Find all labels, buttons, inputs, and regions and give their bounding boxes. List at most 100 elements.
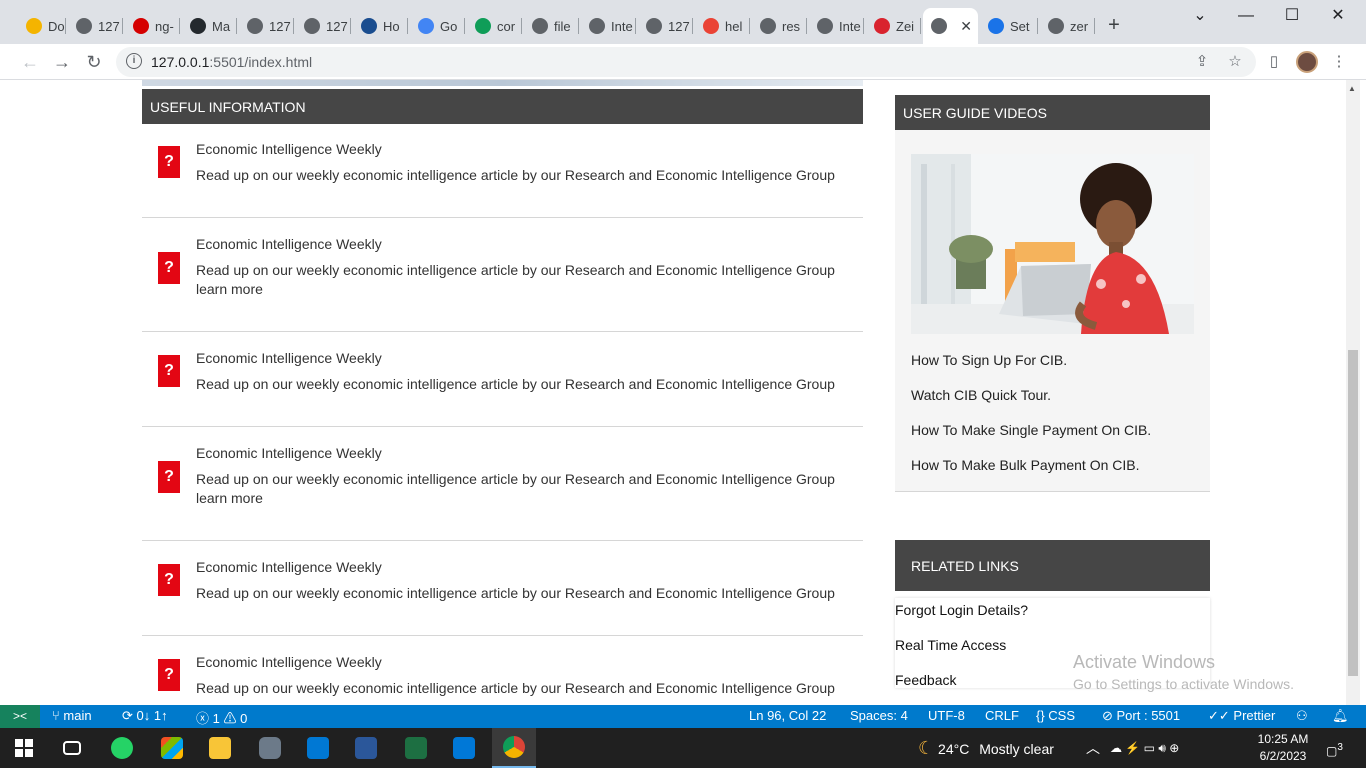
info-item-title[interactable]: Economic Intelligence Weekly bbox=[196, 141, 382, 157]
info-item-title[interactable]: Economic Intelligence Weekly bbox=[196, 654, 382, 670]
remote-desktop-icon[interactable] bbox=[344, 728, 388, 768]
profile-avatar[interactable] bbox=[1296, 51, 1318, 73]
url-text[interactable]: 127.0.0.1:5501/index.html bbox=[151, 54, 312, 70]
language-mode[interactable]: {} CSS bbox=[1036, 708, 1075, 723]
live-server-port[interactable]: ⊘ Port : 5501 bbox=[1102, 708, 1180, 724]
problems-status[interactable]: ⓧ 1 ⚠ 0 bbox=[196, 708, 247, 727]
info-item-title[interactable]: Economic Intelligence Weekly bbox=[196, 559, 382, 575]
browser-tab[interactable]: res bbox=[752, 8, 807, 44]
learn-more-link[interactable]: learn more bbox=[196, 280, 263, 299]
browser-tab[interactable]: zer bbox=[1040, 8, 1095, 44]
page-scrollbar[interactable]: ▲ bbox=[1346, 80, 1360, 712]
eol-status[interactable]: CRLF bbox=[985, 708, 1019, 723]
browser-tab[interactable]: 127 bbox=[638, 8, 693, 44]
browser-tab[interactable]: 127 bbox=[239, 8, 294, 44]
clock-time: 10:25 AM bbox=[1257, 732, 1309, 746]
accounts-icon[interactable]: ⚇ bbox=[1296, 708, 1308, 724]
camera-icon[interactable] bbox=[248, 728, 292, 768]
git-sync-status[interactable]: ⟳ 0↓ 1↑ bbox=[122, 708, 168, 724]
related-link-item[interactable]: Feedback bbox=[895, 672, 956, 688]
scrollbar-thumb[interactable] bbox=[1348, 350, 1358, 676]
info-item-title[interactable]: Economic Intelligence Weekly bbox=[196, 445, 382, 461]
bookmark-star-icon[interactable]: ☆ bbox=[1226, 53, 1244, 71]
learn-more-link[interactable]: learn more bbox=[196, 489, 263, 508]
browser-tab[interactable]: 127 bbox=[296, 8, 351, 44]
info-item-title[interactable]: Economic Intelligence Weekly bbox=[196, 350, 382, 366]
browser-tab[interactable]: hel bbox=[695, 8, 750, 44]
back-arrow-icon[interactable]: ← bbox=[18, 50, 42, 74]
related-link-item[interactable]: Real Time Access bbox=[895, 637, 1006, 653]
tab-separator bbox=[122, 18, 123, 34]
excel-icon[interactable] bbox=[394, 728, 438, 768]
share-icon[interactable]: ⇪ bbox=[1193, 53, 1211, 71]
whatsapp-icon[interactable] bbox=[100, 728, 144, 768]
browser-tab[interactable]: Set bbox=[980, 8, 1038, 44]
url-path: :5501/index.html bbox=[209, 54, 313, 70]
notification-center-icon[interactable]: ▢3 bbox=[1326, 728, 1343, 768]
prettier-status[interactable]: ✓✓ Prettier bbox=[1208, 708, 1275, 724]
d-icon bbox=[133, 18, 149, 34]
maximize-button[interactable]: ☐ bbox=[1269, 6, 1315, 26]
question-mark-icon: ? bbox=[158, 146, 180, 178]
question-mark-icon: ? bbox=[158, 252, 180, 284]
user-guide-photo[interactable] bbox=[911, 154, 1194, 334]
browser-tab[interactable]: ng- bbox=[125, 8, 180, 44]
browser-tab[interactable]: file bbox=[524, 8, 579, 44]
browser-tab[interactable]: Do bbox=[18, 8, 66, 44]
user-guide-video-link[interactable]: How To Make Bulk Payment On CIB. bbox=[911, 457, 1140, 473]
minimize-button[interactable]: — bbox=[1223, 6, 1269, 26]
browser-tab[interactable]: ✕ bbox=[923, 8, 978, 44]
close-tab-icon[interactable]: ✕ bbox=[960, 18, 972, 35]
forward-arrow-icon[interactable]: → bbox=[50, 50, 74, 74]
remote-indicator[interactable]: >< bbox=[0, 705, 40, 728]
info-list-item[interactable]: ? Economic Intelligence Weekly Read up on … bbox=[142, 541, 863, 636]
vscode-icon[interactable] bbox=[442, 728, 486, 768]
woman-laptop-illustration bbox=[911, 154, 1194, 334]
side-panel-icon[interactable]: ▯ bbox=[1265, 53, 1283, 71]
git-branch[interactable]: ⑂ main bbox=[52, 708, 92, 723]
info-list-item[interactable]: ? Economic Intelligence Weekly Read up on … bbox=[142, 636, 863, 712]
tray-icons[interactable]: ☁ ⚡ ▭ 🔊︎ ⊕ bbox=[1110, 728, 1179, 768]
close-window-button[interactable]: ✕ bbox=[1315, 6, 1361, 26]
address-bar[interactable]: i 127.0.0.1:5501/index.html ⇪ ☆ bbox=[116, 47, 1256, 77]
menu-kebab-icon[interactable]: ⋮ bbox=[1330, 53, 1348, 71]
info-list-item[interactable]: ? Economic Intelligence Weekly Read up on … bbox=[142, 123, 863, 218]
weather-widget[interactable]: ☾ 24°C Mostly clear bbox=[918, 728, 1054, 768]
browser-tab[interactable]: Ho bbox=[353, 8, 408, 44]
start-button[interactable] bbox=[2, 728, 46, 768]
microsoft-store-icon[interactable] bbox=[150, 728, 194, 768]
browser-tab[interactable]: Inte bbox=[809, 8, 864, 44]
mail-icon[interactable] bbox=[296, 728, 340, 768]
indentation-status[interactable]: Spaces: 4 bbox=[850, 708, 908, 723]
related-link-item[interactable]: Forgot Login Details? bbox=[895, 602, 1028, 618]
browser-tab[interactable]: Zei bbox=[866, 8, 921, 44]
new-tab-button[interactable]: + bbox=[1104, 14, 1124, 36]
browser-tab[interactable]: Ma bbox=[182, 8, 237, 44]
useful-heading-text: USEFUL INFORMATION bbox=[150, 98, 306, 115]
file-explorer-icon[interactable] bbox=[198, 728, 242, 768]
info-list-item[interactable]: ? Economic Intelligence Weekly Read up on … bbox=[142, 218, 863, 332]
site-info-icon[interactable]: i bbox=[126, 53, 142, 69]
tab-search-icon[interactable]: ⌄ bbox=[1177, 6, 1223, 26]
user-guide-video-link[interactable]: How To Sign Up For CIB. bbox=[911, 352, 1067, 368]
tray-overflow-icon[interactable]: ︿ bbox=[1086, 728, 1100, 768]
cursor-position[interactable]: Ln 96, Col 22 bbox=[749, 708, 826, 723]
info-list-item[interactable]: ? Economic Intelligence Weekly Read up on … bbox=[142, 427, 863, 541]
user-guide-video-link[interactable]: Watch CIB Quick Tour. bbox=[911, 387, 1051, 403]
notifications-bell-icon[interactable]: 🔔︎ bbox=[1332, 708, 1349, 724]
encoding-status[interactable]: UTF-8 bbox=[928, 708, 965, 723]
task-view-icon[interactable] bbox=[50, 728, 94, 768]
system-clock[interactable]: 10:25 AM 6/2/2023 bbox=[1250, 731, 1316, 765]
browser-tab[interactable]: Go bbox=[410, 8, 465, 44]
browser-tab[interactable]: cor bbox=[467, 8, 522, 44]
browser-tab-strip: + ⌄ — ☐ ✕ Do 127 ng- Ma 127 127 Ho Go cor file Int… bbox=[0, 0, 1366, 44]
reload-icon[interactable]: ↻ bbox=[82, 50, 106, 74]
info-item-title[interactable]: Economic Intelligence Weekly bbox=[196, 236, 382, 252]
browser-tab[interactable]: 127 bbox=[68, 8, 123, 44]
info-list-item[interactable]: ? Economic Intelligence Weekly Read up on … bbox=[142, 332, 863, 427]
tab-separator bbox=[236, 18, 237, 34]
browser-tab[interactable]: Inte bbox=[581, 8, 636, 44]
scroll-up-arrow-icon[interactable]: ▲ bbox=[1348, 84, 1356, 93]
chrome-icon[interactable] bbox=[492, 728, 536, 768]
user-guide-video-link[interactable]: How To Make Single Payment On CIB. bbox=[911, 422, 1151, 438]
